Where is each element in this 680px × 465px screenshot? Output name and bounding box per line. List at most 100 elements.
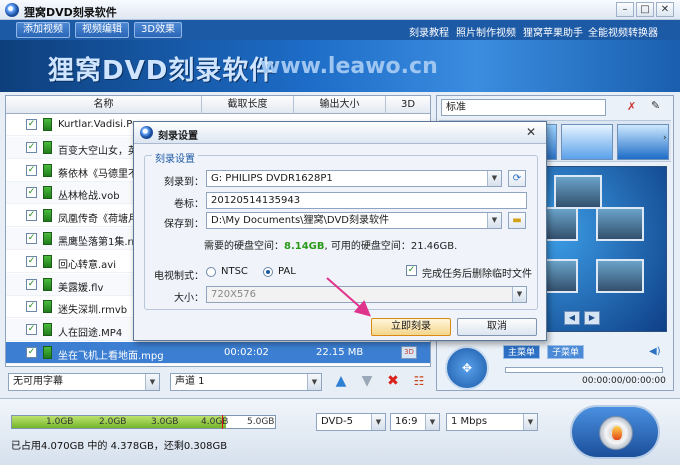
video-converter-link[interactable]: 全能视频转换器 <box>588 24 658 39</box>
edit-video-button[interactable]: 视频编辑 <box>75 22 129 38</box>
burn-now-button[interactable]: 立即刻录 <box>371 318 451 336</box>
capacity-bar: 1.0GB 2.0GB 3.0GB 4.0GB 5.0GB <box>11 415 276 429</box>
header-size[interactable]: 输出大小 <box>294 96 386 114</box>
subtitle-select[interactable]: 无可用字幕 ▼ <box>8 373 160 391</box>
volume-label: 卷标： <box>174 199 204 210</box>
row-checkbox[interactable]: ✓ <box>26 233 37 244</box>
dialog-close-button[interactable]: ✕ <box>524 125 538 139</box>
group-label: 刻录设置 <box>152 150 198 165</box>
video-file-icon <box>43 118 52 131</box>
capacity-tick: 4.0GB <box>201 417 229 427</box>
save-to-select[interactable]: D:\My Documents\狸窝\DVD刻录软件 ▼ <box>206 212 502 229</box>
move-down-icon[interactable]: ▼ <box>359 373 375 389</box>
preview-image <box>596 259 644 293</box>
flame-icon <box>612 426 622 440</box>
size-label: 大小： <box>174 293 204 304</box>
row-name: 蔡依林《马德里不 <box>58 168 138 180</box>
edit-template-icon[interactable]: ✎ <box>651 99 660 112</box>
space-available: , 可用的硬盘空间：21.46GB. <box>324 241 458 252</box>
clear-list-icon[interactable]: ☷ <box>411 373 427 389</box>
template-thumb[interactable] <box>561 124 613 160</box>
capacity-tick: 1.0GB <box>46 417 74 427</box>
volume-input[interactable]: 20120514135943 <box>206 192 527 209</box>
audio-track-select[interactable]: 声道 1 ▼ <box>170 373 322 391</box>
row-name: 黑鹰坠落第1集.rm <box>58 237 142 248</box>
header-3d[interactable]: 3D <box>386 96 430 114</box>
row-name: 回心转意.avi <box>58 259 117 271</box>
menu-bar: 添加视频 视频编辑 3D效果 刻录教程 照片制作视频 狸窝苹果助手 全能视频转换… <box>0 20 680 40</box>
chevron-down-icon: ▼ <box>512 287 526 302</box>
row-checkbox[interactable]: ✓ <box>26 324 37 336</box>
row-checkbox[interactable]: ✓ <box>26 301 37 313</box>
scroll-right-icon[interactable]: › <box>663 133 667 143</box>
sub-menu-tab[interactable]: 子菜单 <box>547 345 585 359</box>
preview-time: 00:00:00/00:00:00 <box>582 376 666 386</box>
video-file-icon <box>43 300 52 314</box>
disc-type-select[interactable]: DVD-5 ▼ <box>316 413 386 431</box>
header-name[interactable]: 名称 <box>6 96 202 114</box>
refresh-drive-icon[interactable]: ⟳ <box>508 170 526 187</box>
chevron-down-icon: ▼ <box>425 414 439 430</box>
burn-tutorial-link[interactable]: 刻录教程 <box>409 24 449 39</box>
close-button[interactable]: ✕ <box>656 2 674 17</box>
title-bar: 狸窝DVD刻录软件 – □ ✕ <box>0 0 680 20</box>
dialog-title: 刻录设置 <box>158 131 198 142</box>
burn-to-label: 刻录到： <box>164 177 204 188</box>
add-video-button[interactable]: 添加视频 <box>16 22 70 38</box>
main-menu-tab[interactable]: 主菜单 <box>503 345 541 359</box>
disc-usage-status: 已占用4.070GB 中的 4.378GB，还剩0.308GB <box>11 441 228 452</box>
menu-navigation-icon[interactable]: ✥ <box>445 346 489 390</box>
minimize-button[interactable]: – <box>616 2 634 17</box>
volume-icon[interactable]: ◀) <box>649 346 661 357</box>
template-thumb[interactable] <box>617 124 669 160</box>
volume-value: 20120514135943 <box>211 195 301 206</box>
aspect-ratio-select[interactable]: 16:9 ▼ <box>390 413 440 431</box>
folder-icon[interactable]: ▬ <box>508 212 526 229</box>
preview-prev-icon[interactable]: ◀ <box>564 311 580 325</box>
remove-template-icon[interactable]: ✗ <box>627 100 636 113</box>
move-up-icon[interactable]: ▲ <box>333 373 349 389</box>
space-prefix: 需要的硬盘空间： <box>204 241 284 252</box>
pal-radio[interactable] <box>263 267 273 277</box>
3d-settings-icon[interactable]: 3D <box>401 346 417 359</box>
banner-title: 狸窝DVD刻录软件 <box>48 56 277 86</box>
ntsc-radio[interactable] <box>206 267 216 277</box>
row-checkbox[interactable]: ✓ <box>26 210 37 222</box>
chevron-down-icon: ▼ <box>307 374 321 390</box>
row-checkbox[interactable]: ✓ <box>26 347 37 358</box>
row-checkbox[interactable]: ✓ <box>26 255 37 267</box>
audio-track-value: 声道 1 <box>175 376 205 387</box>
size-select[interactable]: 720X576 ▼ <box>206 286 527 303</box>
bitrate-select[interactable]: 1 Mbps ▼ <box>446 413 538 431</box>
delete-temp-checkbox[interactable]: ✓ <box>406 265 417 276</box>
header-duration[interactable]: 截取长度 <box>202 96 294 114</box>
disc-type-value: DVD-5 <box>321 416 354 427</box>
row-checkbox[interactable]: ✓ <box>26 119 37 130</box>
row-name: 迷失深圳.rmvb <box>58 305 128 317</box>
row-duration: 00:02:02 <box>224 347 269 358</box>
3d-effect-button[interactable]: 3D效果 <box>134 22 183 38</box>
row-checkbox[interactable]: ✓ <box>26 187 37 199</box>
bitrate-value: 1 Mbps <box>451 416 488 427</box>
delete-icon[interactable]: ✖ <box>385 373 401 389</box>
row-name: 凤凰传奇《荷塘月 <box>58 214 138 226</box>
photo-video-link[interactable]: 照片制作视频 <box>456 24 516 39</box>
video-file-icon <box>43 232 52 245</box>
row-checkbox[interactable]: ✓ <box>26 278 37 290</box>
preview-next-icon[interactable]: ▶ <box>584 311 600 325</box>
burn-button[interactable] <box>570 405 660 459</box>
preview-image <box>554 175 602 209</box>
maximize-button[interactable]: □ <box>636 2 654 17</box>
list-header: 名称 截取长度 输出大小 3D <box>6 96 430 114</box>
template-select[interactable]: 标准 <box>441 99 606 116</box>
video-file-icon <box>43 254 52 268</box>
row-checkbox[interactable]: ✓ <box>26 141 37 153</box>
video-file-icon <box>43 163 52 177</box>
table-row-selected[interactable]: ✓ 坐在飞机上看地面.mpg 00:02:02 22.15 MB 3D <box>6 342 430 364</box>
burn-to-select[interactable]: G: PHILIPS DVDR1628P1 ▼ <box>206 170 502 187</box>
preview-timeline[interactable] <box>505 367 663 373</box>
cancel-button[interactable]: 取消 <box>457 318 537 336</box>
row-checkbox[interactable]: ✓ <box>26 164 37 176</box>
apple-helper-link[interactable]: 狸窝苹果助手 <box>523 24 583 39</box>
video-file-icon <box>43 323 52 337</box>
